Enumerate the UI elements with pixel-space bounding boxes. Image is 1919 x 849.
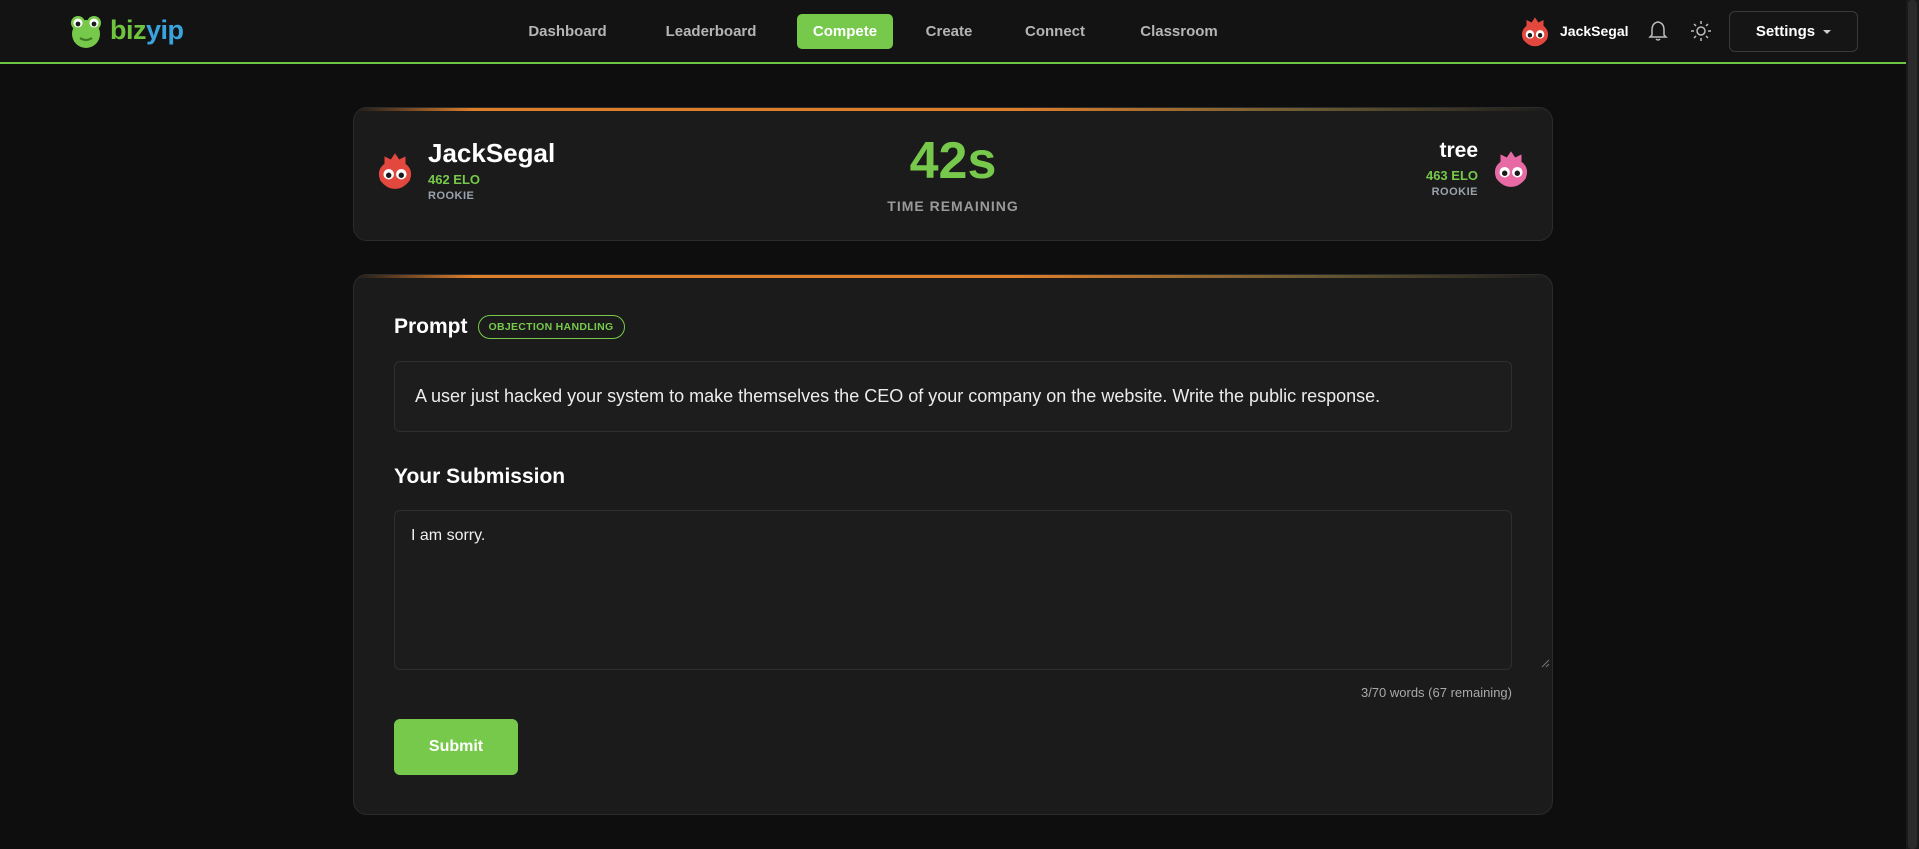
submit-button[interactable]: Submit (394, 719, 518, 775)
submission-textarea[interactable]: I am sorry. (394, 510, 1512, 670)
timer-label: TIME REMAINING (887, 198, 1019, 214)
brand-name-part2: yip (146, 14, 184, 45)
prompt-card: Prompt OBJECTION HANDLING A user just ha… (353, 274, 1553, 815)
nav-compete[interactable]: Compete (797, 14, 893, 49)
nav-create[interactable]: Create (909, 14, 989, 49)
settings-dropdown[interactable]: Settings (1729, 11, 1858, 52)
bizyip-logo[interactable]: bizyip (66, 8, 184, 52)
user-menu[interactable]: JackSegal (1518, 14, 1629, 48)
red-blob-avatar-icon (1521, 17, 1549, 47)
player-two: tree 463 ELO ROOKIE (1426, 138, 1532, 198)
player-two-rank: ROOKIE (1431, 186, 1478, 198)
pink-blob-avatar-icon (1494, 151, 1528, 187)
scrollbar-thumb[interactable] (1908, 0, 1917, 849)
match-card: JackSegal 462 ELO ROOKIE 42s TIME REMAIN… (353, 107, 1553, 241)
user-name: JackSegal (1560, 23, 1629, 39)
player-two-info: tree 463 ELO ROOKIE (1426, 138, 1478, 198)
brand-name-part1: biz (110, 14, 147, 45)
page-scrollbar[interactable] (1906, 0, 1919, 849)
nav-connect[interactable]: Connect (1005, 14, 1105, 49)
frog-logo-icon (71, 16, 101, 48)
prompt-category-tag: OBJECTION HANDLING (477, 315, 625, 339)
brand-name: bizyip (110, 15, 184, 46)
resize-handle-icon[interactable] (1540, 658, 1550, 668)
prompt-header: Prompt OBJECTION HANDLING (394, 315, 625, 339)
nav-classroom[interactable]: Classroom (1121, 14, 1237, 49)
prompt-heading: Prompt (394, 315, 468, 338)
timer-value: 42s (909, 132, 997, 190)
nav-leaderboard[interactable]: Leaderboard (641, 14, 781, 49)
submission-heading: Your Submission (394, 465, 566, 488)
match-timer: 42s TIME REMAINING (354, 132, 1552, 214)
nav-dashboard[interactable]: Dashboard (510, 14, 625, 49)
settings-label: Settings (1755, 23, 1816, 40)
bell-icon[interactable] (1648, 20, 1668, 42)
main-nav: Dashboard Leaderboard Compete Create Con… (510, 14, 1253, 49)
top-nav-bar: bizyip Dashboard Leaderboard Compete Cre… (0, 0, 1906, 64)
chevron-down-icon (1823, 29, 1832, 34)
word-count: 3/70 words (67 remaining) (1360, 685, 1512, 700)
player-two-elo: 463 ELO (1425, 168, 1478, 183)
prompt-text: A user just hacked your system to make t… (394, 361, 1512, 432)
player-two-name: tree (1439, 139, 1478, 162)
sun-icon[interactable] (1690, 20, 1712, 42)
